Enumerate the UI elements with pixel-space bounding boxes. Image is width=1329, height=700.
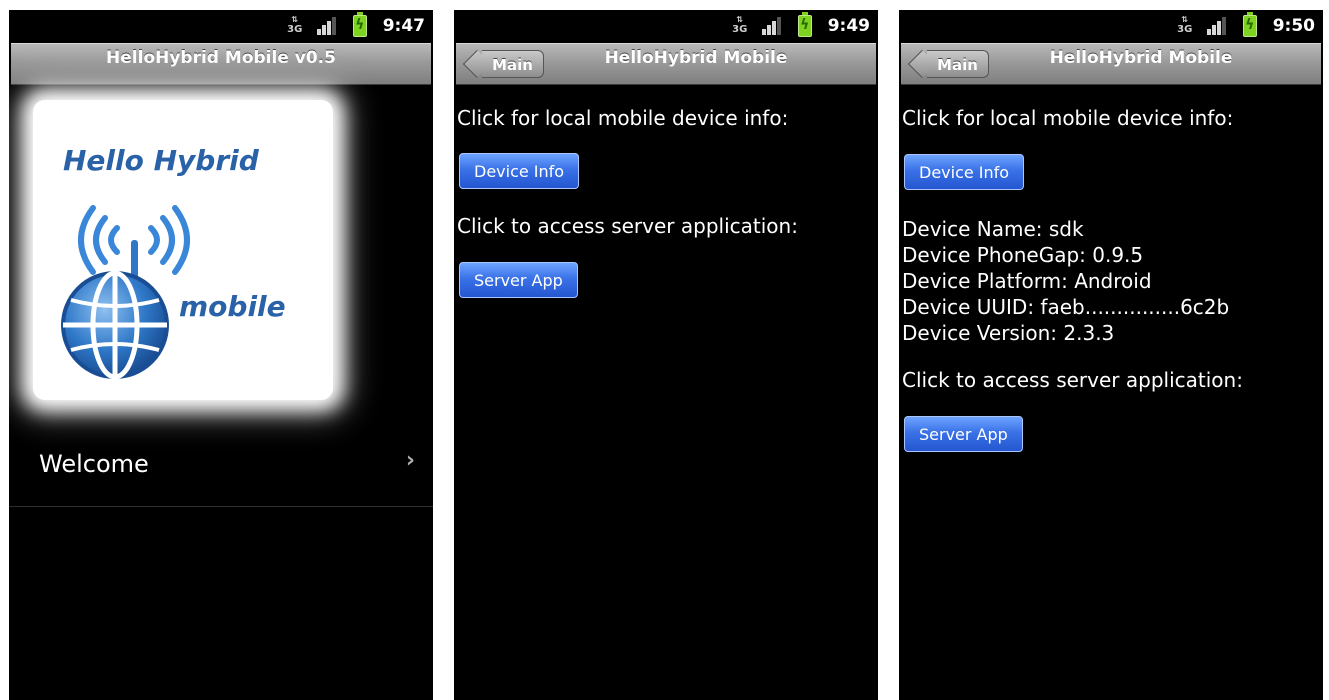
battery-charging-icon: ϟ — [797, 12, 812, 37]
page-title: HelloHybrid Mobile v0.5 — [106, 48, 336, 68]
device-version-value: Device Version: 2.3.3 — [902, 321, 1115, 345]
clock: 9:47 — [382, 16, 425, 36]
server-app-prompt: Click to access server application: — [457, 214, 798, 238]
signal-icon — [316, 17, 339, 35]
screen-home: ⇅ 3G ϟ 9:47 HelloHybrid Mobile v0.5 Hello… — [9, 10, 433, 700]
signal-icon — [761, 17, 784, 35]
screen-main: ⇅ 3G ϟ 9:49 Main HelloHybrid Mobile Click… — [454, 10, 878, 700]
status-icons: ⇅ 3G ϟ 9:47 — [287, 10, 425, 42]
list-item-label: Welcome — [39, 450, 149, 478]
title-bar: Main HelloHybrid Mobile — [901, 43, 1321, 85]
network-3g-icon: ⇅ 3G — [1177, 15, 1193, 35]
battery-charging-icon: ϟ — [1242, 12, 1257, 37]
logo-text-mobile: mobile — [179, 290, 286, 323]
server-app-button[interactable]: Server App — [459, 262, 578, 298]
status-bar: ⇅ 3G ϟ 9:47 — [9, 10, 433, 42]
app-logo: Hello Hybrid mobile — [33, 100, 333, 400]
page-title: HelloHybrid Mobile — [604, 48, 788, 68]
server-app-button[interactable]: Server App — [904, 416, 1023, 452]
status-bar: ⇅ 3G ϟ 9:49 — [454, 10, 878, 42]
back-button[interactable]: Main — [482, 50, 544, 78]
device-uuid-value: Device UUID: faeb...............6c2b — [902, 295, 1230, 319]
device-name-value: Device Name: sdk — [902, 217, 1084, 241]
network-3g-icon: ⇅ 3G — [732, 15, 748, 35]
page-title: HelloHybrid Mobile — [1049, 48, 1233, 68]
screen-device-info: ⇅ 3G ϟ 9:50 Main HelloHybrid Mobile Click… — [899, 10, 1323, 700]
device-info-list: Device Name: sdk Device PhoneGap: 0.9.5 … — [902, 216, 1229, 346]
status-bar: ⇅ 3G ϟ 9:50 — [899, 10, 1323, 42]
network-3g-icon: ⇅ 3G — [287, 15, 303, 35]
back-button[interactable]: Main — [927, 50, 989, 78]
clock: 9:50 — [1272, 16, 1315, 36]
clock: 9:49 — [827, 16, 870, 36]
logo-text-hello-hybrid: Hello Hybrid — [63, 144, 259, 177]
status-icons: ⇅ 3G ϟ 9:49 — [732, 10, 870, 42]
device-phonegap-value: Device PhoneGap: 0.9.5 — [902, 243, 1144, 267]
title-bar: HelloHybrid Mobile v0.5 — [11, 43, 431, 85]
local-info-prompt: Click for local mobile device info: — [902, 106, 1234, 130]
signal-icon — [1206, 17, 1229, 35]
status-icons: ⇅ 3G ϟ 9:50 — [1177, 10, 1315, 42]
battery-charging-icon: ϟ — [352, 12, 367, 37]
local-info-prompt: Click for local mobile device info: — [457, 106, 789, 130]
list-item-welcome[interactable]: Welcome › — [9, 426, 433, 507]
server-app-prompt: Click to access server application: — [902, 368, 1243, 392]
device-platform-value: Device Platform: Android — [902, 269, 1152, 293]
chevron-right-icon: › — [405, 448, 415, 473]
device-info-button[interactable]: Device Info — [459, 153, 580, 189]
title-bar: Main HelloHybrid Mobile — [456, 43, 876, 85]
device-info-button[interactable]: Device Info — [904, 154, 1025, 190]
